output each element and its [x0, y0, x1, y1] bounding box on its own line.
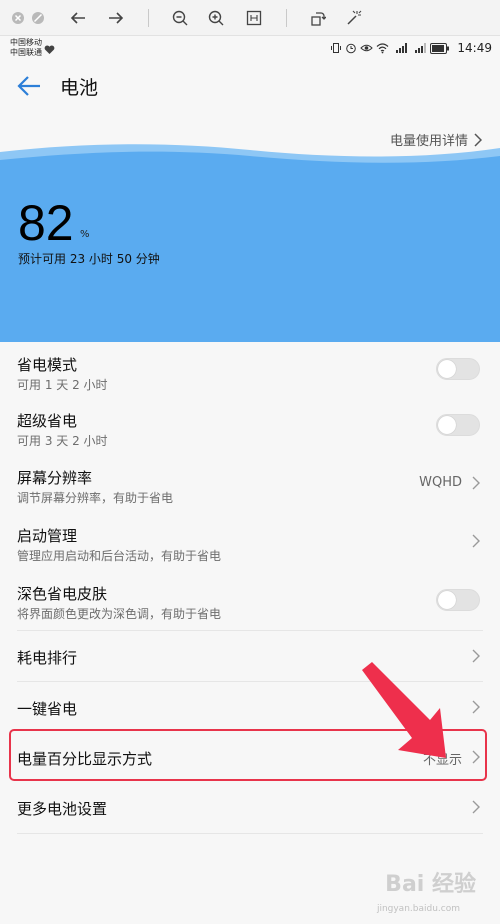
page-title: 电池: [60, 77, 99, 99]
setting-title: 耗电排行: [17, 649, 78, 667]
setting-subtitle: 可用 1 天 2 小时: [17, 378, 108, 392]
health-heart-icon: [44, 40, 55, 59]
magic-wand-icon[interactable]: [344, 8, 364, 28]
battery-percent-unit: %: [80, 229, 90, 240]
super-saving-toggle[interactable]: [436, 414, 480, 436]
watermark-logo: Bai 经验: [385, 872, 476, 897]
battery-estimate: 预计可用 23 小时 50 分钟: [18, 252, 160, 266]
app-header: 电池: [0, 60, 500, 112]
alarm-icon: [345, 39, 357, 58]
chevron-right-icon: [472, 700, 480, 714]
resolution-value: WQHD: [419, 475, 462, 490]
zoom-out-icon[interactable]: [170, 8, 190, 28]
carrier-1: 中国移动: [10, 38, 42, 47]
carrier-labels: 中国移动 中国联通: [10, 38, 42, 58]
usage-detail-link[interactable]: 电量使用详情: [390, 130, 482, 149]
setting-title: 一键省电: [17, 700, 78, 718]
stop-circle-icon[interactable]: [28, 8, 48, 28]
rotate-icon[interactable]: [308, 8, 328, 28]
watermark-url: jingyan.baidu.com: [376, 904, 460, 914]
signal-icon: [411, 39, 427, 58]
power-saving-toggle[interactable]: [436, 358, 480, 380]
setting-subtitle: 管理应用启动和后台活动，有助于省电: [17, 549, 222, 563]
forward-arrow-icon[interactable]: [106, 8, 126, 28]
battery-status-card: 电量使用详情 82 % 预计可用 23 小时 50 分钟: [0, 112, 500, 342]
image-viewer-toolbar: [0, 0, 500, 36]
setting-subtitle: 调节屏幕分辨率，有助于省电: [17, 491, 174, 505]
carrier-2: 中国联通: [10, 48, 42, 57]
status-icons: 14:49: [330, 39, 492, 57]
divider: [17, 833, 483, 834]
annotation-arrow-icon: [362, 662, 446, 758]
dark-skin-toggle[interactable]: [436, 589, 480, 611]
setting-title: 省电模式: [17, 356, 78, 374]
signal-4g-icon: [392, 39, 408, 58]
setting-more-battery[interactable]: 更多电池设置: [0, 782, 500, 834]
clock: 14:49: [457, 41, 492, 55]
setting-startup-management[interactable]: 启动管理 管理应用启动和后台活动，有助于省电: [0, 514, 500, 572]
wifi-icon: [376, 39, 389, 58]
setting-title: 启动管理: [17, 527, 78, 545]
chevron-right-icon: [472, 649, 480, 663]
back-arrow-icon[interactable]: [16, 74, 42, 98]
chevron-right-icon: [472, 534, 480, 548]
battery-icon: [430, 39, 450, 58]
chevron-right-icon: [472, 800, 480, 814]
usage-detail-label: 电量使用详情: [389, 134, 468, 149]
battery-percent: 82: [18, 195, 74, 251]
back-arrow-icon[interactable]: [68, 8, 88, 28]
setting-super-saving[interactable]: 超级省电 可用 3 天 2 小时: [0, 400, 500, 456]
eye-comfort-icon: [360, 39, 374, 58]
setting-resolution[interactable]: 屏幕分辨率 调节屏幕分辨率，有助于省电 WQHD: [0, 456, 500, 514]
fit-screen-icon[interactable]: [244, 8, 264, 28]
setting-title: 屏幕分辨率: [17, 469, 93, 487]
chevron-right-icon: [474, 132, 482, 147]
setting-title: 深色省电皮肤: [17, 585, 108, 603]
chevron-right-icon: [472, 476, 480, 490]
setting-subtitle: 可用 3 天 2 小时: [17, 434, 108, 448]
zoom-in-icon[interactable]: [206, 8, 226, 28]
setting-subtitle: 将界面颜色更改为深色调，有助于省电: [17, 607, 222, 621]
setting-power-saving[interactable]: 省电模式 可用 1 天 2 小时: [0, 344, 500, 400]
setting-title: 超级省电: [17, 412, 78, 430]
close-circle-icon[interactable]: [8, 8, 28, 28]
setting-dark-skin[interactable]: 深色省电皮肤 将界面颜色更改为深色调，有助于省电: [0, 572, 500, 630]
vibrate-icon: [330, 39, 342, 58]
status-bar: 中国移动 中国联通 14:49: [0, 36, 500, 60]
setting-title: 更多电池设置: [17, 800, 108, 818]
